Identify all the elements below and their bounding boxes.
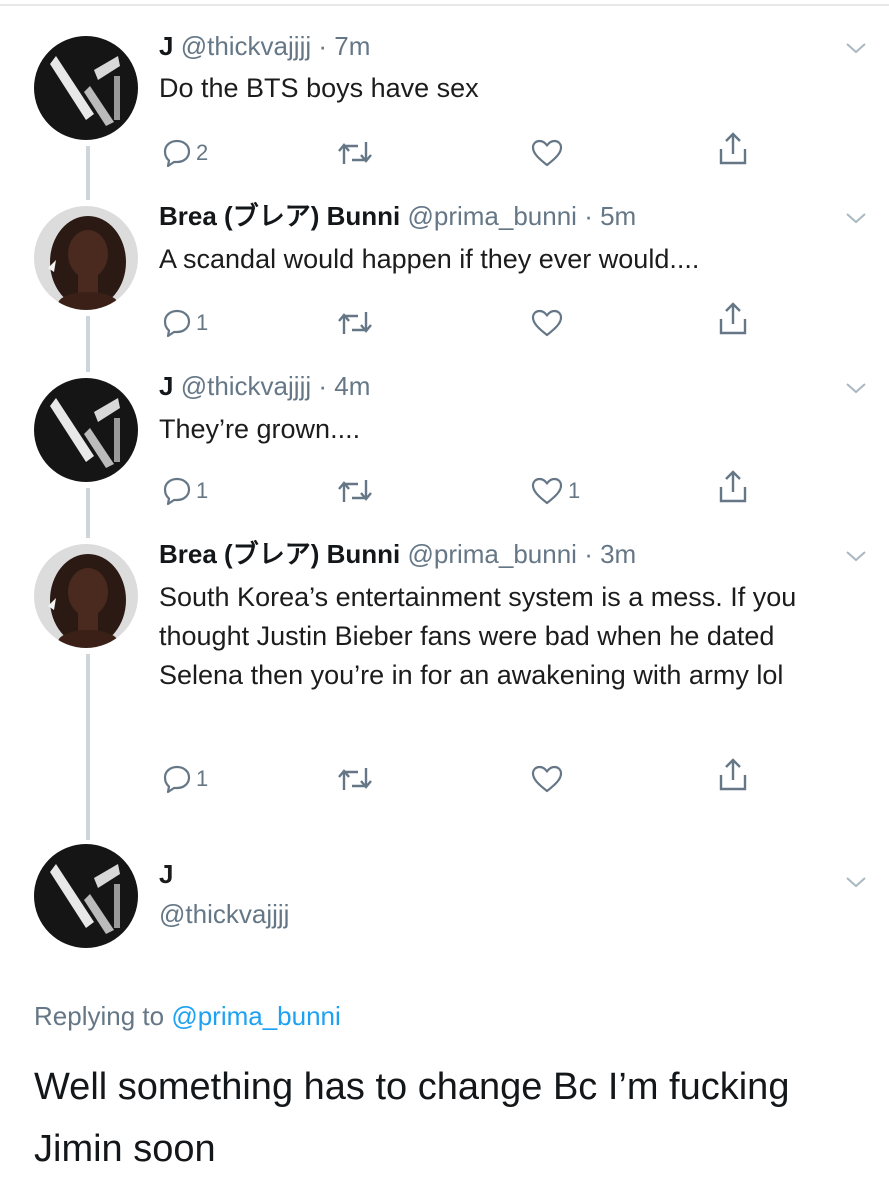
display-name[interactable]: J xyxy=(159,858,173,890)
like-button[interactable] xyxy=(530,306,568,340)
share-button[interactable] xyxy=(717,758,749,792)
thread-line xyxy=(86,316,90,372)
avatar-j-image xyxy=(34,36,138,140)
thread-line xyxy=(86,146,90,200)
avatar-j-image xyxy=(34,378,138,482)
avatar-brea-image xyxy=(34,544,138,648)
heart-icon xyxy=(531,309,563,337)
share-button[interactable] xyxy=(717,132,749,166)
thread-line xyxy=(86,654,90,840)
tweet-header: Brea (ブレア) Bunni @prima_bunni · 5m xyxy=(159,200,636,232)
avatar[interactable] xyxy=(34,544,138,648)
heart-icon xyxy=(531,139,563,167)
chevron-down-icon[interactable] xyxy=(844,40,868,56)
retweet-button[interactable] xyxy=(336,306,378,340)
share-icon xyxy=(719,470,747,503)
timestamp[interactable]: 5m xyxy=(600,201,636,231)
reply-button[interactable]: 1 xyxy=(162,474,208,508)
share-button[interactable] xyxy=(717,302,749,336)
retweet-icon xyxy=(338,312,372,334)
main-tweet-text: Well something has to change Bc I’m fuck… xyxy=(34,1066,790,1170)
like-count: 1 xyxy=(568,478,581,503)
tweet-text: South Korea’s entertainment system is a … xyxy=(159,582,797,690)
retweet-icon xyxy=(338,768,372,790)
separator-dot: · xyxy=(318,31,328,61)
retweet-icon xyxy=(338,480,372,502)
reply-button[interactable]: 1 xyxy=(162,306,208,340)
chevron-down-icon[interactable] xyxy=(844,874,868,890)
retweet-button[interactable] xyxy=(336,762,378,796)
display-name[interactable]: J xyxy=(159,371,173,401)
separator-dot: · xyxy=(584,201,593,231)
tweet-header: J @thickvajjjj · 7m xyxy=(159,30,370,62)
reply-button[interactable]: 1 xyxy=(162,762,208,796)
share-button[interactable] xyxy=(717,470,749,504)
like-button[interactable] xyxy=(530,136,568,170)
reply-icon xyxy=(163,477,191,506)
reply-count: 1 xyxy=(196,310,209,335)
tweet-header: J @thickvajjjj · 4m xyxy=(159,370,370,402)
user-handle[interactable]: @prima_bunni xyxy=(407,201,576,231)
chevron-down-icon[interactable] xyxy=(844,210,868,226)
replying-prefix: Replying to xyxy=(34,1001,165,1031)
retweet-button[interactable] xyxy=(336,136,378,170)
user-handle[interactable]: @prima_bunni xyxy=(407,539,576,569)
share-icon xyxy=(719,132,747,165)
share-icon xyxy=(719,302,747,335)
retweet-button[interactable] xyxy=(336,474,378,508)
timestamp[interactable]: 3m xyxy=(600,539,636,569)
reply-count: 1 xyxy=(196,766,209,791)
thread-line xyxy=(86,488,90,538)
like-button[interactable]: 1 xyxy=(530,474,580,508)
chevron-down-icon[interactable] xyxy=(844,548,868,564)
timestamp[interactable]: 4m xyxy=(334,371,370,401)
reply-button[interactable]: 2 xyxy=(162,136,208,170)
reply-icon xyxy=(163,309,191,338)
heart-icon xyxy=(531,765,563,793)
heart-icon xyxy=(531,477,563,505)
avatar-brea-image xyxy=(34,206,138,310)
display-name[interactable]: Brea (ブレア) Bunni xyxy=(159,201,400,231)
timestamp[interactable]: 7m xyxy=(334,31,370,61)
display-name[interactable]: Brea (ブレア) Bunni xyxy=(159,539,400,569)
reply-mention-link[interactable]: @prima_bunni xyxy=(171,1001,340,1031)
reply-icon xyxy=(163,765,191,794)
avatar[interactable] xyxy=(34,378,138,482)
tweet-text: Do the BTS boys have sex xyxy=(159,73,479,103)
avatar[interactable] xyxy=(34,36,138,140)
user-handle[interactable]: @thickvajjjj xyxy=(181,371,311,401)
user-handle[interactable]: @thickvajjjj xyxy=(159,898,289,930)
tweet-header: Brea (ブレア) Bunni @prima_bunni · 3m xyxy=(159,538,636,570)
separator-dot: · xyxy=(584,539,593,569)
retweet-icon xyxy=(338,142,372,164)
reply-icon xyxy=(163,139,191,168)
tweet-text: A scandal would happen if they ever woul… xyxy=(159,244,700,274)
like-button[interactable] xyxy=(530,762,568,796)
display-name[interactable]: J xyxy=(159,31,173,61)
avatar[interactable] xyxy=(34,844,138,948)
reply-count: 1 xyxy=(196,478,209,503)
avatar[interactable] xyxy=(34,206,138,310)
avatar-j-image xyxy=(34,844,138,948)
user-handle[interactable]: @thickvajjjj xyxy=(181,31,311,61)
top-divider xyxy=(0,4,889,6)
tweet-text: They’re grown.... xyxy=(159,414,361,444)
chevron-down-icon[interactable] xyxy=(844,380,868,396)
reply-count: 2 xyxy=(196,140,209,165)
separator-dot: · xyxy=(318,371,328,401)
share-icon xyxy=(719,758,747,791)
replying-to-line: Replying to @prima_bunni xyxy=(34,1000,341,1032)
